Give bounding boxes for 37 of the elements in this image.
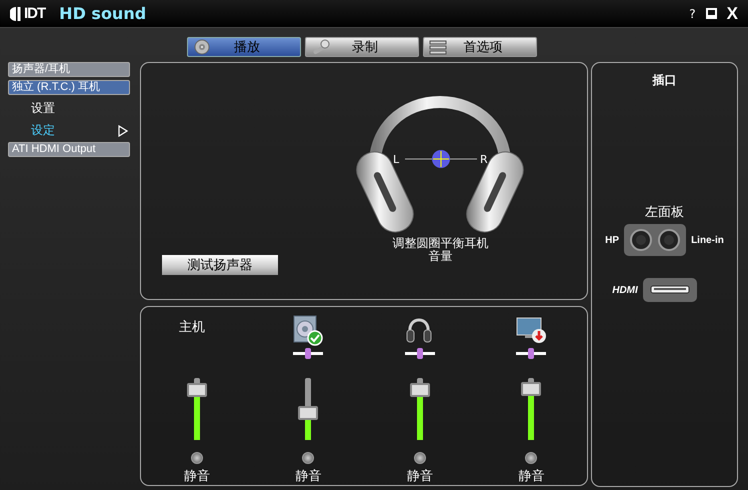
logo-text: IDT: [24, 5, 46, 22]
tab[interactable]: 播放: [187, 37, 301, 57]
mute-label: 静音: [406, 468, 433, 485]
balance-left-label: L: [393, 153, 400, 166]
tab[interactable]: 录制: [305, 37, 419, 57]
speaker-icon: [192, 39, 212, 55]
tab[interactable]: 首选项: [423, 37, 537, 57]
submenu-item[interactable]: 设定: [31, 122, 55, 139]
window-title: HD sound: [59, 4, 146, 23]
speaker-icon: [292, 314, 324, 346]
panel-label: 左面板: [645, 204, 684, 221]
mute-label: 静音: [518, 468, 544, 485]
balance-handle[interactable]: [432, 150, 450, 168]
test-speaker-button[interactable]: 测试扬声器: [162, 255, 278, 275]
panel-title: 插口: [652, 72, 676, 89]
device-item[interactable]: 独立 (R.T.C.) 耳机: [8, 80, 130, 95]
balance-hint: 调整圆圈平衡耳机音量: [391, 237, 490, 263]
mute-label: 静音: [184, 468, 210, 485]
help-button[interactable]: ?: [689, 6, 696, 20]
balance-right-label: R: [480, 153, 488, 166]
jack-label: HP: [605, 234, 620, 246]
maximize-button[interactable]: [706, 8, 717, 19]
hdmi-port-icon: [642, 278, 697, 302]
jack-label: Line-in: [691, 234, 724, 246]
mute-button[interactable]: [302, 452, 314, 464]
logo-icon: [10, 6, 22, 22]
audio-jacks-icon: [624, 224, 686, 256]
submenu-item[interactable]: 设置: [31, 100, 55, 117]
mute-button[interactable]: [414, 452, 426, 464]
close-button[interactable]: X: [726, 4, 738, 24]
jack-label: HDMI: [612, 284, 638, 296]
mute-button[interactable]: [525, 452, 538, 464]
mute-button[interactable]: [190, 452, 203, 464]
mute-label: 静音: [295, 468, 322, 485]
arrow-icon: [118, 124, 128, 136]
channel-label: 主机: [178, 319, 205, 336]
list-icon: [428, 39, 448, 55]
